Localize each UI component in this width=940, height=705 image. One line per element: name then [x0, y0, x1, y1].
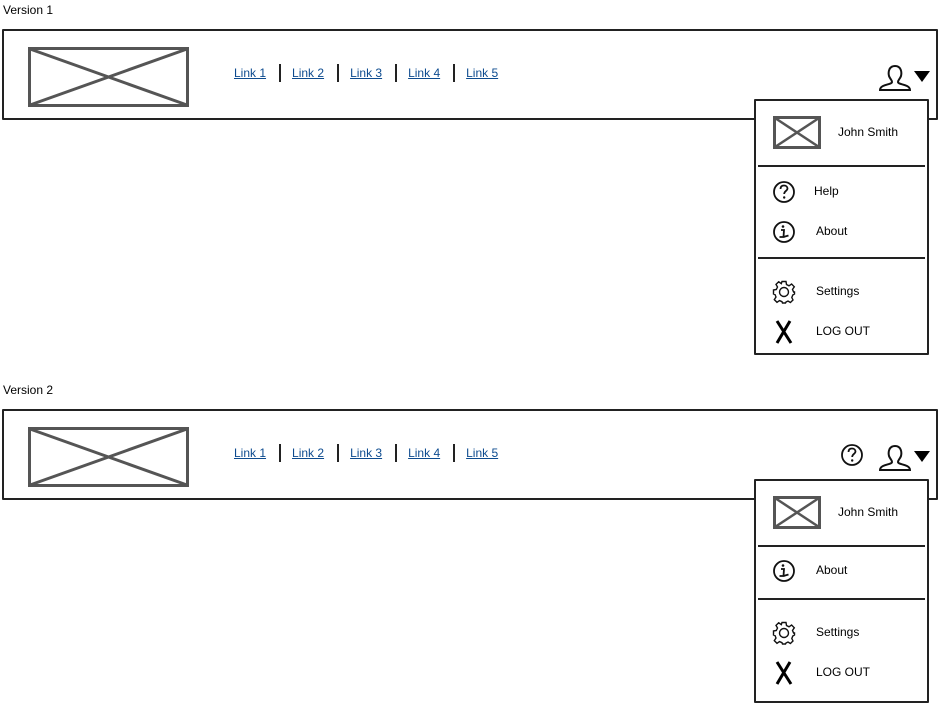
- info-icon: [773, 560, 795, 582]
- link-separator: [279, 64, 282, 82]
- menu-item-label: Settings: [816, 625, 860, 639]
- nav-links: Link 1 Link 2 Link 3 Link 4 Link 5: [234, 64, 500, 82]
- user-icon: [878, 444, 912, 471]
- menu-item-label: About: [816, 224, 848, 238]
- menu-item-label: About: [816, 563, 848, 577]
- menu-item-label: Settings: [816, 284, 860, 298]
- link-separator: [337, 444, 340, 462]
- menu-item-about[interactable]: About: [756, 211, 927, 251]
- link-separator: [395, 64, 398, 82]
- logo-placeholder-image: [28, 47, 189, 107]
- menu-item-about[interactable]: About: [756, 550, 927, 590]
- link-separator: [453, 444, 456, 462]
- nav-link-2[interactable]: Link 2: [292, 66, 326, 80]
- link-separator: [337, 64, 340, 82]
- user-dropdown-v2: John Smith About Settings LOG OUT: [754, 479, 929, 703]
- gear-icon: [772, 621, 796, 645]
- help-icon: [773, 181, 795, 203]
- nav-link-1[interactable]: Link 1: [234, 66, 268, 80]
- link-separator: [395, 444, 398, 462]
- logo-placeholder-image: [28, 427, 189, 487]
- nav-link-5[interactable]: Link 5: [466, 66, 500, 80]
- menu-item-label: LOG OUT: [816, 324, 871, 338]
- menu-item-label: Help: [814, 184, 839, 198]
- menu-item-logout[interactable]: LOG OUT: [756, 311, 927, 351]
- close-icon: [775, 320, 793, 344]
- user-avatar-placeholder: [773, 116, 821, 149]
- nav-link-1[interactable]: Link 1: [234, 446, 268, 460]
- dropdown-user-header: John Smith: [756, 481, 927, 545]
- link-separator: [279, 444, 282, 462]
- user-icon: [878, 64, 912, 91]
- menu-item-help[interactable]: Help: [756, 171, 927, 211]
- caret-down-icon: [914, 71, 930, 82]
- menu-item-label: LOG OUT: [816, 665, 871, 679]
- version-2-label: Version 2: [3, 383, 54, 397]
- user-avatar-placeholder: [773, 496, 821, 529]
- help-icon: [841, 444, 863, 466]
- nav-links: Link 1 Link 2 Link 3 Link 4 Link 5: [234, 444, 500, 462]
- user-menu-button[interactable]: [878, 443, 934, 471]
- user-dropdown-v1: John Smith Help About Settings LOG OUT: [754, 99, 929, 355]
- nav-link-3[interactable]: Link 3: [350, 66, 384, 80]
- caret-down-icon: [914, 451, 930, 462]
- user-name: John Smith: [838, 125, 899, 139]
- close-icon: [775, 661, 793, 685]
- menu-item-settings[interactable]: Settings: [756, 612, 927, 652]
- user-menu-button[interactable]: [878, 63, 934, 91]
- info-icon: [773, 221, 795, 243]
- help-button[interactable]: [840, 443, 866, 469]
- menu-item-logout[interactable]: LOG OUT: [756, 652, 927, 692]
- nav-link-3[interactable]: Link 3: [350, 446, 384, 460]
- nav-link-4[interactable]: Link 4: [408, 66, 442, 80]
- gear-icon: [772, 280, 796, 304]
- version-1-label: Version 1: [3, 3, 54, 17]
- nav-link-5[interactable]: Link 5: [466, 446, 500, 460]
- nav-link-4[interactable]: Link 4: [408, 446, 442, 460]
- user-name: John Smith: [838, 505, 899, 519]
- dropdown-user-header: John Smith: [756, 101, 927, 165]
- nav-link-2[interactable]: Link 2: [292, 446, 326, 460]
- menu-item-settings[interactable]: Settings: [756, 271, 927, 311]
- link-separator: [453, 64, 456, 82]
